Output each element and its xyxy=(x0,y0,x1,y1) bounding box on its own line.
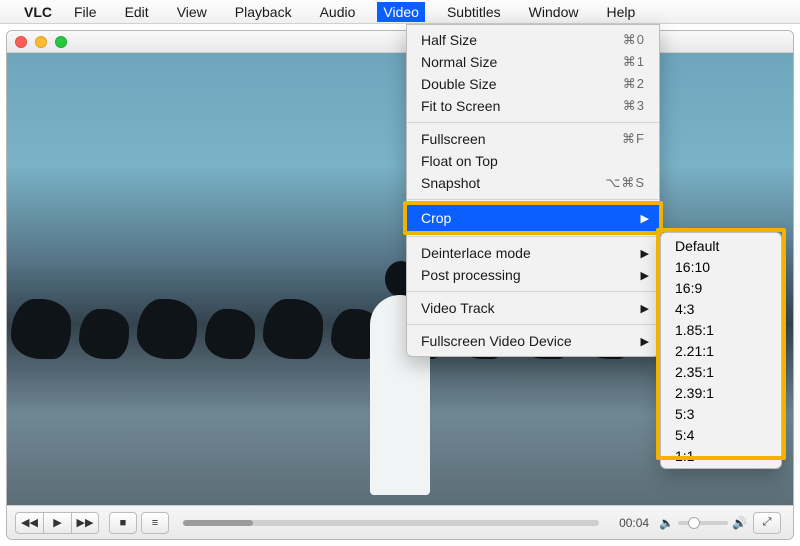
menu-audio[interactable]: Audio xyxy=(314,2,362,22)
submenu-arrow-icon: ▶ xyxy=(641,269,649,282)
mac-menubar: VLC File Edit View Playback Audio Video … xyxy=(0,0,800,24)
menu-double-size[interactable]: Double Size⌘2 xyxy=(407,73,659,95)
submenu-arrow-icon: ▶ xyxy=(641,335,649,348)
playlist-button[interactable]: ≡ xyxy=(141,512,169,534)
menu-snapshot[interactable]: Snapshot⌥⌘S xyxy=(407,172,659,194)
menu-normal-size[interactable]: Normal Size⌘1 xyxy=(407,51,659,73)
play-button[interactable]: ▶ xyxy=(43,512,71,534)
menu-fullscreen[interactable]: Fullscreen⌘F xyxy=(407,128,659,150)
menu-view[interactable]: View xyxy=(171,2,213,22)
volume-low-icon[interactable]: 🔈 xyxy=(659,516,674,530)
controls-bar: ◀◀ ▶ ▶▶ ■ ≡ 00:04 🔈 🔊 ⤢ xyxy=(7,505,793,539)
menu-separator xyxy=(407,324,659,325)
menu-edit[interactable]: Edit xyxy=(119,2,155,22)
crop-1-1[interactable]: 1:1 xyxy=(661,445,781,466)
video-menu: Half Size⌘0 Normal Size⌘1 Double Size⌘2 … xyxy=(406,24,660,357)
menu-fullscreen-video-device[interactable]: Fullscreen Video Device▶ xyxy=(407,330,659,352)
crop-2-21-1[interactable]: 2.21:1 xyxy=(661,340,781,361)
close-icon[interactable] xyxy=(15,36,27,48)
crop-2-39-1[interactable]: 2.39:1 xyxy=(661,382,781,403)
volume-slider[interactable] xyxy=(678,521,728,525)
menu-separator xyxy=(407,236,659,237)
crop-4-3[interactable]: 4:3 xyxy=(661,298,781,319)
menu-float-on-top[interactable]: Float on Top xyxy=(407,150,659,172)
menu-separator xyxy=(407,122,659,123)
crop-16-10[interactable]: 16:10 xyxy=(661,256,781,277)
submenu-arrow-icon: ▶ xyxy=(641,302,649,315)
menu-subtitles[interactable]: Subtitles xyxy=(441,2,507,22)
menu-crop[interactable]: Crop▶ xyxy=(407,205,659,231)
seek-slider[interactable] xyxy=(183,520,599,526)
app-name[interactable]: VLC xyxy=(24,4,52,20)
crop-5-4[interactable]: 5:4 xyxy=(661,424,781,445)
fullscreen-button[interactable]: ⤢ xyxy=(753,512,781,534)
highlight-crop: Crop▶ xyxy=(403,201,663,235)
crop-2-35-1[interactable]: 2.35:1 xyxy=(661,361,781,382)
crop-16-9[interactable]: 16:9 xyxy=(661,277,781,298)
crop-1-85-1[interactable]: 1.85:1 xyxy=(661,319,781,340)
menu-fit-to-screen[interactable]: Fit to Screen⌘3 xyxy=(407,95,659,117)
next-button[interactable]: ▶▶ xyxy=(71,512,99,534)
crop-default[interactable]: Default xyxy=(661,235,781,256)
stop-button[interactable]: ■ xyxy=(109,512,137,534)
submenu-arrow-icon: ▶ xyxy=(641,247,649,260)
menu-separator xyxy=(407,291,659,292)
menu-file[interactable]: File xyxy=(68,2,103,22)
crop-submenu: Default 16:10 16:9 4:3 1.85:1 2.21:1 2.3… xyxy=(660,232,782,469)
menu-separator xyxy=(407,199,659,200)
prev-button[interactable]: ◀◀ xyxy=(15,512,43,534)
volume-control: 🔈 🔊 xyxy=(659,516,747,530)
zoom-icon[interactable] xyxy=(55,36,67,48)
menu-video[interactable]: Video xyxy=(377,2,425,22)
titlebar xyxy=(7,31,793,53)
menu-deinterlace-mode[interactable]: Deinterlace mode▶ xyxy=(407,242,659,264)
menu-half-size[interactable]: Half Size⌘0 xyxy=(407,29,659,51)
minimize-icon[interactable] xyxy=(35,36,47,48)
menu-window[interactable]: Window xyxy=(523,2,585,22)
volume-high-icon[interactable]: 🔊 xyxy=(732,516,747,530)
crop-5-3[interactable]: 5:3 xyxy=(661,403,781,424)
menu-help[interactable]: Help xyxy=(600,2,641,22)
menu-post-processing[interactable]: Post processing▶ xyxy=(407,264,659,286)
menu-playback[interactable]: Playback xyxy=(229,2,298,22)
submenu-arrow-icon: ▶ xyxy=(641,212,649,225)
menu-video-track[interactable]: Video Track▶ xyxy=(407,297,659,319)
time-elapsed: 00:04 xyxy=(619,516,649,530)
